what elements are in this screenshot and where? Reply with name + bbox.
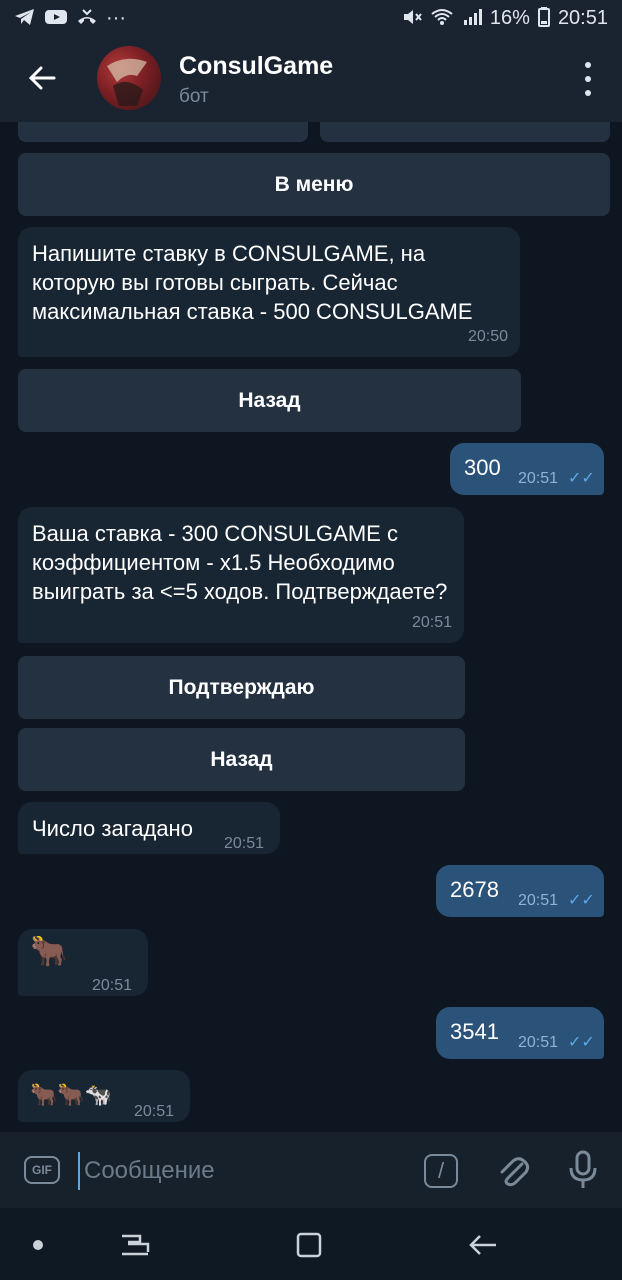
message-text: 3541 — [450, 1019, 499, 1044]
message-text: Ваша ставка - 300 CONSULGAME с коэффицие… — [32, 521, 448, 604]
menu-dot — [585, 90, 591, 96]
menu-dot — [585, 62, 591, 68]
message-incoming: 🐂🐂🐄 20:51 — [18, 1070, 190, 1122]
status-bar: ··· 16% 20:51 — [0, 0, 622, 36]
inline-button-back[interactable]: Назад — [18, 728, 465, 791]
message-time: 20:50 — [467, 328, 508, 345]
nav-back-icon[interactable] — [466, 1230, 500, 1260]
message-incoming: 🐂 20:51 — [18, 929, 148, 996]
message-incoming: Число загадано 20:51 — [18, 802, 280, 854]
chat-messages[interactable]: В меню Напишите ставку в CONSULGAME, на … — [0, 122, 622, 1132]
message-time: 20:51 — [518, 470, 559, 487]
chat-subtitle: бот — [179, 86, 209, 107]
more-notifications-indicator: ··· — [106, 6, 126, 29]
attach-icon[interactable] — [494, 1152, 532, 1190]
menu-dot — [585, 76, 591, 82]
telegram-notification-icon — [14, 8, 36, 29]
message-outgoing: 3541 20:51 ✓✓ — [436, 1007, 604, 1059]
inline-button-confirm[interactable]: Подтверждаю — [18, 656, 465, 719]
system-nav-bar — [0, 1208, 622, 1280]
message-incoming: Напишите ставку в CONSULGAME, на которую… — [18, 227, 520, 357]
mute-icon — [402, 8, 422, 29]
inline-button-back[interactable]: Назад — [18, 369, 521, 432]
chat-header: ConsulGame бот — [0, 36, 622, 122]
status-right: 16% 20:51 — [402, 6, 608, 30]
read-checkmarks-icon: ✓✓ — [568, 1034, 595, 1051]
status-left: ··· — [14, 7, 126, 30]
more-options-button[interactable] — [576, 62, 600, 96]
message-text: Число загадано — [32, 816, 193, 841]
message-text: 300 — [464, 455, 501, 480]
message-outgoing: 2678 20:51 ✓✓ — [436, 865, 604, 917]
message-time: 20:51 — [224, 835, 265, 852]
message-time: 20:51 — [518, 1034, 559, 1051]
message-incoming: Ваша ставка - 300 CONSULGAME с коэффицие… — [18, 507, 464, 643]
message-text: Напишите ставку в CONSULGAME, на которую… — [32, 241, 473, 324]
bot-command-icon[interactable]: / — [424, 1154, 458, 1188]
message-input[interactable] — [78, 1152, 406, 1190]
youtube-notification-icon — [44, 8, 68, 29]
read-checkmarks-icon: ✓✓ — [568, 470, 595, 487]
nav-dot-icon[interactable] — [33, 1240, 43, 1250]
arrow-left-icon — [28, 66, 56, 90]
missed-call-icon — [76, 8, 98, 29]
chat-title[interactable]: ConsulGame — [179, 52, 333, 81]
battery-icon — [537, 6, 550, 30]
inline-button-partial-right[interactable] — [320, 122, 610, 142]
inline-button-menu[interactable]: В меню — [18, 153, 610, 216]
signal-icon — [462, 8, 482, 29]
recent-apps-icon[interactable] — [118, 1230, 152, 1260]
message-text: 2678 — [450, 877, 499, 902]
home-icon[interactable] — [294, 1230, 324, 1260]
bull-emoji: 🐂 — [30, 935, 68, 968]
clock: 20:51 — [557, 6, 608, 29]
message-time: 20:51 — [92, 977, 133, 994]
wifi-icon — [430, 8, 454, 29]
avatar[interactable] — [97, 46, 161, 110]
message-outgoing: 300 20:51 ✓✓ — [450, 443, 604, 495]
message-time: 20:51 — [134, 1103, 175, 1120]
message-time: 20:51 — [518, 892, 559, 909]
message-composer: GIF / — [0, 1132, 622, 1208]
bulls-cows-emoji: 🐂🐂🐄 — [30, 1082, 113, 1107]
back-button[interactable] — [22, 58, 62, 98]
microphone-icon[interactable] — [566, 1150, 600, 1190]
battery-percent: 16% — [489, 6, 530, 29]
gif-icon[interactable]: GIF — [24, 1156, 60, 1184]
read-checkmarks-icon: ✓✓ — [568, 892, 595, 909]
message-time: 20:51 — [411, 614, 452, 631]
inline-button-partial-left[interactable] — [18, 122, 308, 142]
